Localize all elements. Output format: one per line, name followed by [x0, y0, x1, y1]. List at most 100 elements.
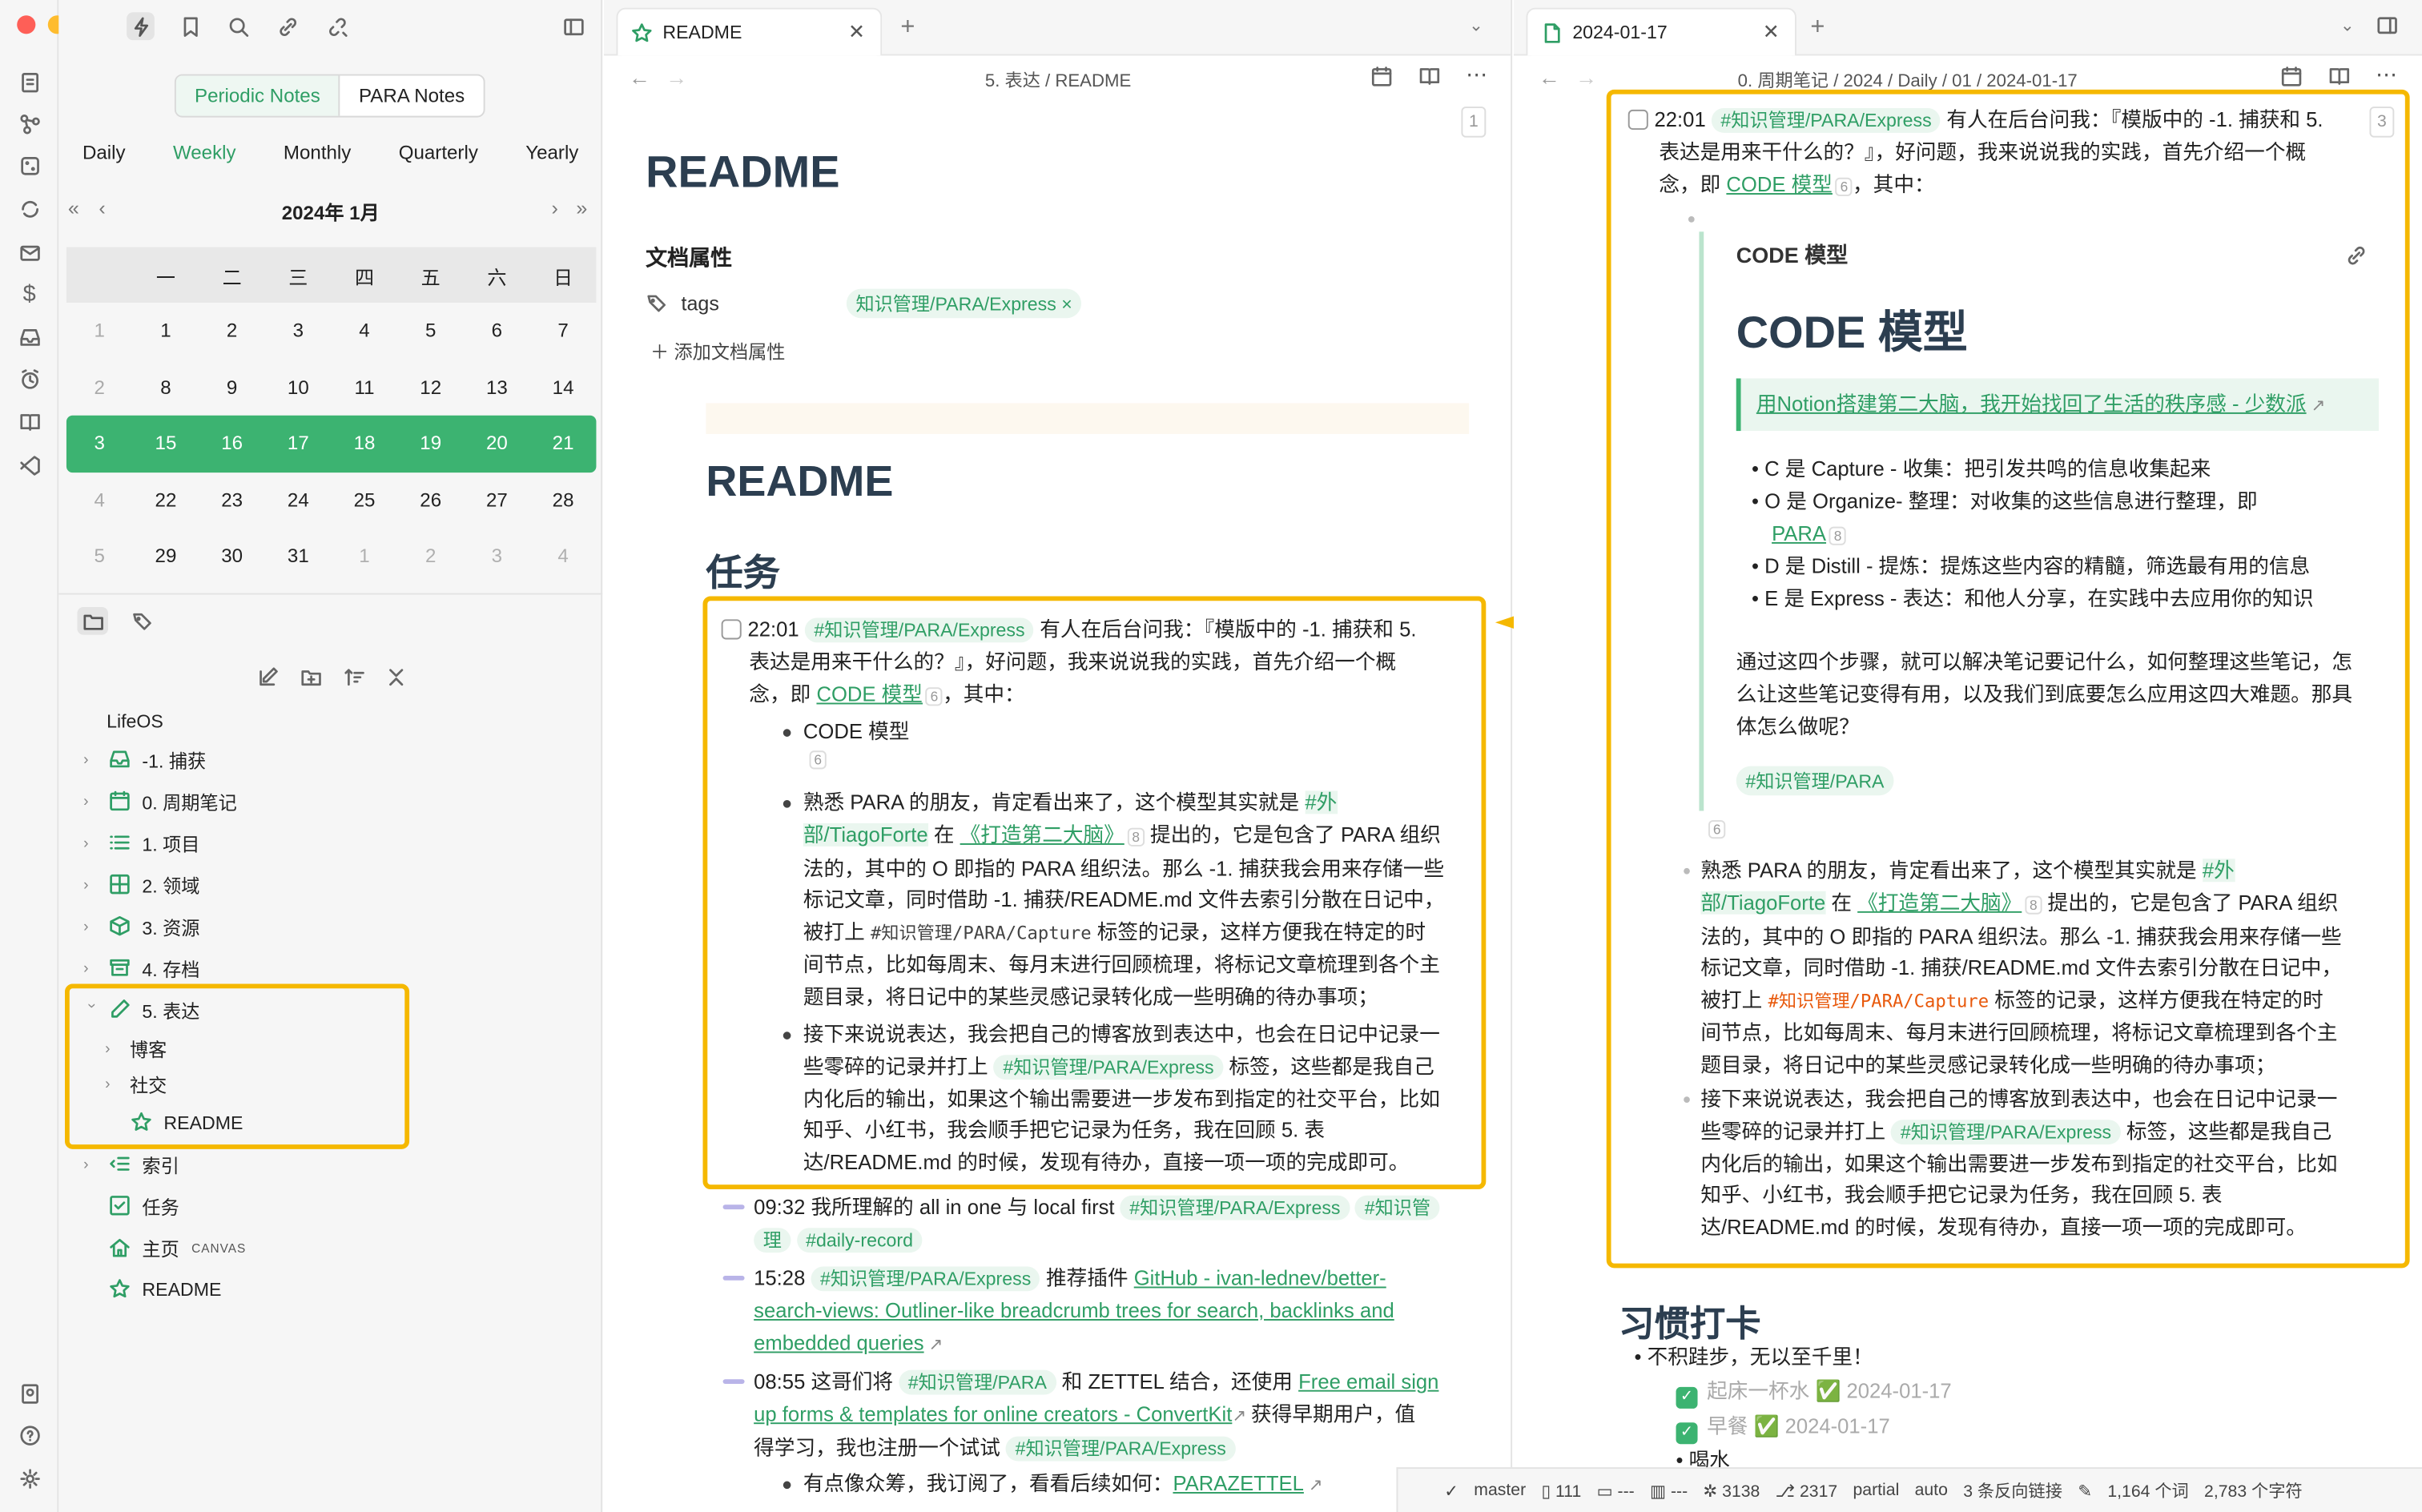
unlink-icon[interactable] [323, 12, 351, 40]
vault-switcher-icon[interactable] [15, 1379, 43, 1407]
calendar-day[interactable]: 3 [265, 320, 332, 342]
status-e[interactable]: ⎇ 2317 [1776, 1481, 1838, 1500]
tree-item-home[interactable]: 主页 CANVAS [108, 1233, 246, 1264]
tab-weekly[interactable]: Weekly [173, 142, 236, 163]
tag[interactable]: #知识管理/PARA/Express [1120, 1195, 1350, 1220]
tab-monthly[interactable]: Monthly [284, 142, 351, 163]
chevron-right-icon[interactable]: › [83, 876, 99, 893]
status-a[interactable]: ▯ 111 [1541, 1481, 1581, 1500]
tag[interactable]: #知识管理/PARA [899, 1369, 1056, 1395]
calendar-day[interactable]: 19 [397, 432, 464, 454]
calendar-day[interactable]: 2 [199, 320, 265, 342]
property-tag[interactable]: 知识管理/PARA/Express × [846, 288, 1082, 319]
tree-item-periodic[interactable]: › 0. 周期笔记 [83, 786, 237, 818]
tree-item-tasks[interactable]: 任务 [108, 1191, 179, 1222]
tab-daily-note[interactable]: 2024-01-17 ✕ [1526, 7, 1796, 56]
calendar-day[interactable]: 10 [265, 376, 332, 398]
tab-quarterly[interactable]: Quarterly [399, 142, 478, 163]
right-sidebar-toggle-icon[interactable] [2376, 14, 2399, 37]
status-c[interactable]: ▥ --- [1650, 1481, 1688, 1500]
next-year-icon[interactable]: » [576, 196, 587, 219]
chevron-right-icon[interactable]: › [83, 1156, 99, 1173]
dollar-icon[interactable]: $ [15, 279, 43, 308]
search-icon[interactable] [224, 12, 252, 40]
calendar-day[interactable]: 27 [464, 489, 530, 511]
back-arrow-icon[interactable]: ← [1539, 65, 1560, 90]
tags-icon[interactable] [127, 607, 158, 635]
week-number[interactable]: 4 [66, 489, 133, 511]
more-options-icon[interactable]: ⋯ [1466, 62, 1487, 88]
mail-icon[interactable] [15, 238, 43, 266]
calendar-day[interactable]: 9 [199, 376, 265, 398]
checked-box-icon[interactable]: ✓ [1676, 1386, 1698, 1409]
calendar-day[interactable]: 2 [397, 545, 464, 567]
link-plus-icon[interactable] [273, 12, 301, 40]
external-link[interactable]: up forms & templates for online creators… [754, 1402, 1232, 1426]
calendar-day[interactable]: 22 [133, 489, 199, 511]
next-month-icon[interactable]: › [552, 196, 558, 219]
tag[interactable]: #知识管理/PARA/Express [811, 1266, 1040, 1292]
calendar-day[interactable]: 1 [133, 320, 199, 342]
status-auto[interactable]: auto [1915, 1482, 1948, 1500]
calendar-day[interactable]: 17 [265, 432, 332, 454]
tree-item-areas[interactable]: › 2. 领域 [83, 870, 199, 901]
calendar-day[interactable]: 5 [397, 320, 464, 342]
tab-readme[interactable]: README ✕ [616, 7, 883, 56]
alarm-icon[interactable] [15, 364, 43, 392]
tag[interactable]: #知识管理/PARA/Express [1006, 1435, 1236, 1461]
tab-para-notes[interactable]: PARA Notes [340, 76, 484, 116]
vscode-icon[interactable] [15, 451, 43, 479]
status-b[interactable]: ▭ --- [1597, 1481, 1635, 1500]
tab-yearly[interactable]: Yearly [525, 142, 578, 163]
calendar-icon[interactable] [1370, 65, 1394, 88]
add-property-button[interactable]: ＋ 添加文档属性 [650, 338, 785, 364]
new-tab-icon[interactable]: + [1810, 14, 1825, 42]
chevron-right-icon[interactable]: › [83, 751, 99, 768]
settings-icon[interactable] [15, 1464, 43, 1492]
external-link[interactable]: embedded queries [754, 1331, 923, 1354]
files-icon[interactable] [15, 68, 43, 96]
calendar-day[interactable]: 28 [530, 489, 597, 511]
close-tab-icon[interactable]: ✕ [1763, 20, 1780, 45]
pencil-icon[interactable]: ✎ [2078, 1481, 2092, 1500]
tree-item-archive[interactable]: › 4. 存档 [83, 953, 199, 984]
calendar-week-row-current[interactable]: 3 15 16 17 18 19 20 21 [66, 415, 597, 472]
status-d[interactable]: ✲ 3138 [1703, 1481, 1760, 1500]
tree-item-readme-root[interactable]: README [108, 1274, 221, 1305]
habit-item[interactable]: ✓ 起床一杯水 ✅ 2024-01-17 [1676, 1376, 1952, 1409]
calendar-day[interactable]: 13 [464, 376, 530, 398]
new-note-icon[interactable] [253, 662, 281, 690]
calendar-day[interactable]: 12 [397, 376, 464, 398]
external-link[interactable]: GitHub - ivan-lednev/better- [1134, 1266, 1386, 1289]
chevron-right-icon[interactable]: › [83, 960, 99, 977]
calendar-day[interactable]: 4 [530, 545, 597, 567]
calendar-day[interactable]: 7 [530, 320, 597, 342]
calendar-day[interactable]: 21 [530, 432, 597, 454]
book-icon[interactable] [15, 408, 43, 436]
status-partial[interactable]: partial [1853, 1482, 1900, 1500]
week-number[interactable]: 3 [66, 432, 133, 454]
tag[interactable]: #知识管 [1355, 1195, 1440, 1220]
close-window-icon[interactable] [17, 15, 36, 34]
help-icon[interactable] [15, 1421, 43, 1449]
inbox-icon[interactable] [15, 323, 43, 351]
tag[interactable]: #daily-record [796, 1227, 923, 1253]
external-link[interactable]: PARAZETTEL [1173, 1472, 1303, 1495]
more-options-icon[interactable]: ⋯ [2376, 62, 2397, 88]
calendar-day[interactable]: 1 [332, 545, 398, 567]
calendar-day[interactable]: 8 [133, 376, 199, 398]
tree-item-resources[interactable]: › 3. 资源 [83, 911, 199, 943]
chevron-down-icon[interactable]: ⌄ [2340, 15, 2355, 35]
new-tab-icon[interactable]: + [900, 14, 915, 42]
week-number[interactable]: 5 [66, 545, 133, 567]
sync-icon[interactable] [15, 195, 43, 223]
folder-icon[interactable] [77, 606, 109, 635]
calendar-day[interactable]: 14 [530, 376, 597, 398]
calendar-day[interactable]: 29 [133, 545, 199, 567]
calendar-day[interactable]: 31 [265, 545, 332, 567]
collapse-all-icon[interactable] [381, 662, 409, 690]
checked-box-icon[interactable]: ✓ [1676, 1422, 1698, 1445]
chevron-right-icon[interactable]: › [83, 834, 99, 851]
calendar-day[interactable]: 30 [199, 545, 265, 567]
week-number[interactable]: 2 [66, 376, 133, 398]
